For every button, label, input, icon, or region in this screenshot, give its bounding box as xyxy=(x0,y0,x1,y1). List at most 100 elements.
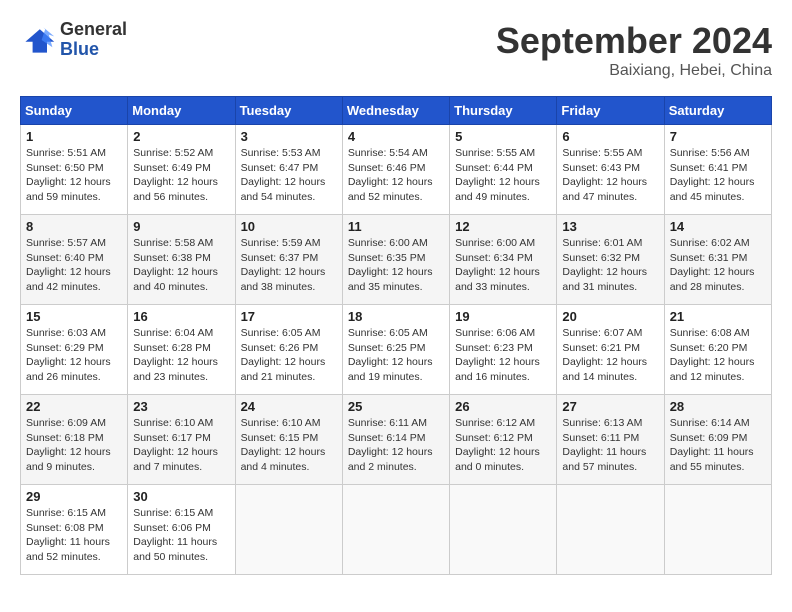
calendar-week-row: 22 Sunrise: 6:09 AM Sunset: 6:18 PM Dayl… xyxy=(21,395,772,485)
day-info: Sunrise: 6:15 AM Sunset: 6:06 PM Dayligh… xyxy=(133,506,229,565)
calendar-cell: 2 Sunrise: 5:52 AM Sunset: 6:49 PM Dayli… xyxy=(128,125,235,215)
day-number: 16 xyxy=(133,309,229,324)
sunrise-text: Sunrise: 6:05 AM xyxy=(241,327,321,339)
day-info: Sunrise: 6:03 AM Sunset: 6:29 PM Dayligh… xyxy=(26,326,122,385)
sunrise-text: Sunrise: 6:03 AM xyxy=(26,327,106,339)
day-number: 18 xyxy=(348,309,444,324)
calendar-cell: 17 Sunrise: 6:05 AM Sunset: 6:26 PM Dayl… xyxy=(235,305,342,395)
calendar-cell: 5 Sunrise: 5:55 AM Sunset: 6:44 PM Dayli… xyxy=(450,125,557,215)
sunrise-text: Sunrise: 6:04 AM xyxy=(133,327,213,339)
sunset-text: Sunset: 6:41 PM xyxy=(670,162,748,174)
sunrise-text: Sunrise: 6:07 AM xyxy=(562,327,642,339)
day-number: 22 xyxy=(26,399,122,414)
sunrise-text: Sunrise: 6:05 AM xyxy=(348,327,428,339)
sunrise-text: Sunrise: 5:55 AM xyxy=(562,147,642,159)
daylight-text: Daylight: 12 hours and 16 minutes. xyxy=(455,356,540,383)
calendar-cell xyxy=(342,485,449,575)
logo-icon xyxy=(20,22,56,58)
calendar-cell xyxy=(557,485,664,575)
daylight-text: Daylight: 12 hours and 12 minutes. xyxy=(670,356,755,383)
sunset-text: Sunset: 6:09 PM xyxy=(670,432,748,444)
calendar-cell: 11 Sunrise: 6:00 AM Sunset: 6:35 PM Dayl… xyxy=(342,215,449,305)
day-number: 29 xyxy=(26,489,122,504)
day-number: 25 xyxy=(348,399,444,414)
daylight-text: Daylight: 12 hours and 38 minutes. xyxy=(241,266,326,293)
calendar-cell: 3 Sunrise: 5:53 AM Sunset: 6:47 PM Dayli… xyxy=(235,125,342,215)
sunrise-text: Sunrise: 5:54 AM xyxy=(348,147,428,159)
weekday-header-sunday: Sunday xyxy=(21,97,128,125)
weekday-header-saturday: Saturday xyxy=(664,97,771,125)
sunset-text: Sunset: 6:08 PM xyxy=(26,522,104,534)
sunset-text: Sunset: 6:44 PM xyxy=(455,162,533,174)
calendar-cell xyxy=(664,485,771,575)
day-info: Sunrise: 6:15 AM Sunset: 6:08 PM Dayligh… xyxy=(26,506,122,565)
sunset-text: Sunset: 6:34 PM xyxy=(455,252,533,264)
day-number: 3 xyxy=(241,129,337,144)
daylight-text: Daylight: 12 hours and 14 minutes. xyxy=(562,356,647,383)
page-header: General Blue September 2024 Baixiang, He… xyxy=(20,20,772,80)
day-number: 12 xyxy=(455,219,551,234)
sunset-text: Sunset: 6:15 PM xyxy=(241,432,319,444)
day-info: Sunrise: 6:05 AM Sunset: 6:25 PM Dayligh… xyxy=(348,326,444,385)
calendar-cell: 24 Sunrise: 6:10 AM Sunset: 6:15 PM Dayl… xyxy=(235,395,342,485)
sunset-text: Sunset: 6:14 PM xyxy=(348,432,426,444)
day-number: 8 xyxy=(26,219,122,234)
sunset-text: Sunset: 6:31 PM xyxy=(670,252,748,264)
sunrise-text: Sunrise: 5:57 AM xyxy=(26,237,106,249)
calendar-cell: 25 Sunrise: 6:11 AM Sunset: 6:14 PM Dayl… xyxy=(342,395,449,485)
day-number: 13 xyxy=(562,219,658,234)
daylight-text: Daylight: 12 hours and 28 minutes. xyxy=(670,266,755,293)
sunrise-text: Sunrise: 5:55 AM xyxy=(455,147,535,159)
day-number: 7 xyxy=(670,129,766,144)
calendar-cell: 15 Sunrise: 6:03 AM Sunset: 6:29 PM Dayl… xyxy=(21,305,128,395)
day-info: Sunrise: 6:12 AM Sunset: 6:12 PM Dayligh… xyxy=(455,416,551,475)
sunset-text: Sunset: 6:12 PM xyxy=(455,432,533,444)
calendar-cell: 6 Sunrise: 5:55 AM Sunset: 6:43 PM Dayli… xyxy=(557,125,664,215)
day-info: Sunrise: 5:55 AM Sunset: 6:44 PM Dayligh… xyxy=(455,146,551,205)
day-info: Sunrise: 5:57 AM Sunset: 6:40 PM Dayligh… xyxy=(26,236,122,295)
day-info: Sunrise: 6:05 AM Sunset: 6:26 PM Dayligh… xyxy=(241,326,337,385)
calendar-cell: 27 Sunrise: 6:13 AM Sunset: 6:11 PM Dayl… xyxy=(557,395,664,485)
calendar-cell: 18 Sunrise: 6:05 AM Sunset: 6:25 PM Dayl… xyxy=(342,305,449,395)
day-number: 26 xyxy=(455,399,551,414)
day-number: 21 xyxy=(670,309,766,324)
calendar-cell: 29 Sunrise: 6:15 AM Sunset: 6:08 PM Dayl… xyxy=(21,485,128,575)
calendar-cell: 22 Sunrise: 6:09 AM Sunset: 6:18 PM Dayl… xyxy=(21,395,128,485)
sunrise-text: Sunrise: 5:51 AM xyxy=(26,147,106,159)
day-info: Sunrise: 5:56 AM Sunset: 6:41 PM Dayligh… xyxy=(670,146,766,205)
sunset-text: Sunset: 6:46 PM xyxy=(348,162,426,174)
daylight-text: Daylight: 12 hours and 0 minutes. xyxy=(455,446,540,473)
sunrise-text: Sunrise: 6:02 AM xyxy=(670,237,750,249)
day-info: Sunrise: 6:00 AM Sunset: 6:34 PM Dayligh… xyxy=(455,236,551,295)
sunrise-text: Sunrise: 6:00 AM xyxy=(348,237,428,249)
logo-blue: Blue xyxy=(60,40,127,60)
day-number: 1 xyxy=(26,129,122,144)
sunset-text: Sunset: 6:21 PM xyxy=(562,342,640,354)
day-info: Sunrise: 5:53 AM Sunset: 6:47 PM Dayligh… xyxy=(241,146,337,205)
sunset-text: Sunset: 6:20 PM xyxy=(670,342,748,354)
daylight-text: Daylight: 12 hours and 47 minutes. xyxy=(562,176,647,203)
calendar-cell: 30 Sunrise: 6:15 AM Sunset: 6:06 PM Dayl… xyxy=(128,485,235,575)
day-number: 2 xyxy=(133,129,229,144)
day-info: Sunrise: 6:00 AM Sunset: 6:35 PM Dayligh… xyxy=(348,236,444,295)
daylight-text: Daylight: 12 hours and 23 minutes. xyxy=(133,356,218,383)
sunset-text: Sunset: 6:35 PM xyxy=(348,252,426,264)
sunset-text: Sunset: 6:17 PM xyxy=(133,432,211,444)
weekday-header-friday: Friday xyxy=(557,97,664,125)
sunrise-text: Sunrise: 6:14 AM xyxy=(670,417,750,429)
calendar-cell: 12 Sunrise: 6:00 AM Sunset: 6:34 PM Dayl… xyxy=(450,215,557,305)
daylight-text: Daylight: 12 hours and 7 minutes. xyxy=(133,446,218,473)
calendar-cell: 7 Sunrise: 5:56 AM Sunset: 6:41 PM Dayli… xyxy=(664,125,771,215)
sunset-text: Sunset: 6:26 PM xyxy=(241,342,319,354)
day-number: 27 xyxy=(562,399,658,414)
sunset-text: Sunset: 6:25 PM xyxy=(348,342,426,354)
day-info: Sunrise: 6:13 AM Sunset: 6:11 PM Dayligh… xyxy=(562,416,658,475)
sunrise-text: Sunrise: 6:10 AM xyxy=(241,417,321,429)
day-info: Sunrise: 6:01 AM Sunset: 6:32 PM Dayligh… xyxy=(562,236,658,295)
sunrise-text: Sunrise: 6:09 AM xyxy=(26,417,106,429)
daylight-text: Daylight: 12 hours and 56 minutes. xyxy=(133,176,218,203)
day-info: Sunrise: 5:52 AM Sunset: 6:49 PM Dayligh… xyxy=(133,146,229,205)
day-number: 10 xyxy=(241,219,337,234)
sunrise-text: Sunrise: 6:15 AM xyxy=(133,507,213,519)
calendar-table: SundayMondayTuesdayWednesdayThursdayFrid… xyxy=(20,96,772,575)
